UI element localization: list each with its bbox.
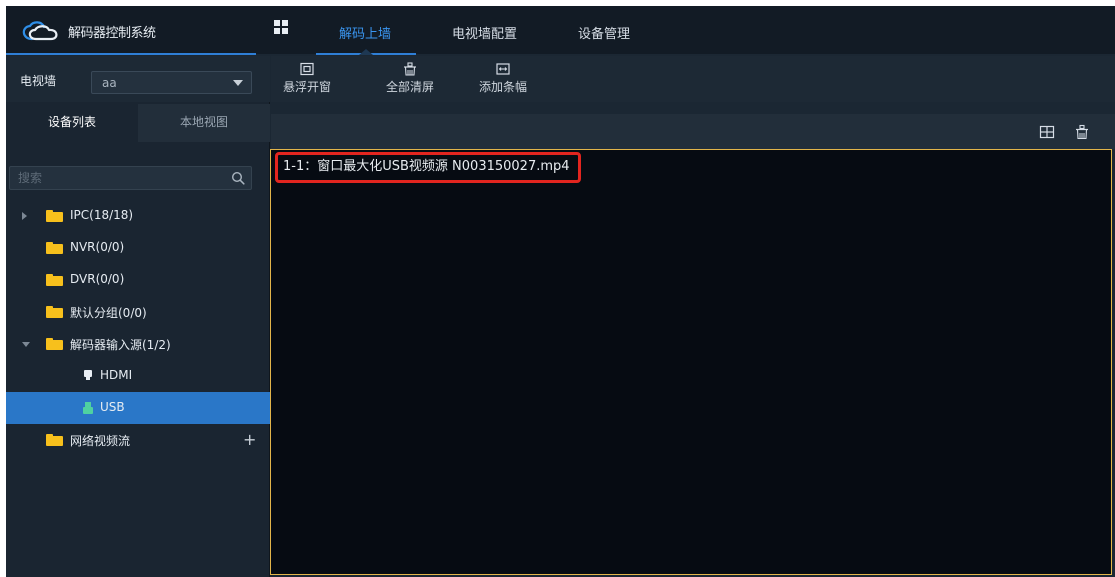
tree-item-label: 默认分组(0/0) [70,306,147,320]
usb-icon [83,402,93,414]
folder-icon [46,242,63,254]
app-title: 解码器控制系统 [68,26,156,41]
float-window-button[interactable]: 悬浮开窗 [283,62,331,95]
tree-item-nvr[interactable]: NVR(0/0) [6,232,270,264]
tree-item-label: USB [100,400,125,414]
clear-all-button[interactable]: 全部清屏 [386,62,434,95]
folder-icon [46,434,63,446]
folder-icon [46,210,63,222]
nav-tab-device-management[interactable]: 设备管理 [578,23,630,42]
chevron-down-icon [233,80,243,86]
tree-item-label: HDMI [100,368,133,382]
add-banner-button[interactable]: 添加条幅 [479,62,527,95]
search-box [9,166,252,190]
tree-item-network-stream[interactable]: 网络视频流 + [6,424,270,456]
tree-item-usb[interactable]: USB [6,392,270,424]
tv-wall-label: 电视墙 [20,74,57,88]
expand-arrow-icon[interactable] [22,212,27,220]
tv-wall-dropdown-value: aa [102,76,117,90]
window-title-highlighted: 1-1：窗口最大化USB视频源 N003150027.mp4 [275,152,581,183]
split-layout-icon[interactable] [1039,124,1055,140]
left-panel: 电视墙 aa 设备列表 本地视图 IPC(18/18) [6,56,270,577]
tv-wall-selector-row: 电视墙 aa [6,56,270,102]
app-grid-icon[interactable] [274,20,288,34]
tree-item-label: DVR(0/0) [70,272,125,286]
tree-item-label: IPC(18/18) [70,208,134,222]
tree-item-label: NVR(0/0) [70,240,125,254]
app-window: 解码器控制系统 解码上墙 电视墙配置 设备管理 电视墙 aa 设备列表 本地视图 [6,6,1115,577]
tree-item-label: 解码器输入源(1/2) [70,338,171,352]
add-banner-icon [496,63,510,75]
tree-item-label: 网络视频流 [70,434,131,448]
active-tab-caret [359,49,373,55]
folder-icon [46,338,63,350]
left-tabs: 设备列表 本地视图 [6,104,270,142]
collapse-arrow-icon[interactable] [22,342,30,347]
add-banner-label: 添加条幅 [479,80,528,94]
top-bar: 解码器控制系统 解码上墙 电视墙配置 设备管理 [6,6,1115,55]
cloud-logo-icon [22,21,58,41]
toolbar: 悬浮开窗 全部清屏 添加条幅 [271,56,1115,102]
search-input[interactable] [18,169,218,187]
float-window-icon [300,62,314,76]
tree-item-decoder-input-source[interactable]: 解码器输入源(1/2) [6,328,270,360]
tree-item-dvr[interactable]: DVR(0/0) [6,264,270,296]
float-window-label: 悬浮开窗 [283,80,332,94]
clear-screen-icon [404,62,416,76]
folder-icon [46,274,63,286]
title-underline [6,53,256,55]
tree-item-ipc[interactable]: IPC(18/18) [6,200,270,232]
add-icon[interactable]: + [243,430,256,449]
tab-local-view[interactable]: 本地视图 [138,104,270,142]
nav-tab-decode-wall[interactable]: 解码上墙 [339,23,391,42]
tree-item-default-group[interactable]: 默认分组(0/0) [6,296,270,328]
screen-header-bar [271,114,1115,149]
tab-device-list[interactable]: 设备列表 [6,104,138,142]
hdmi-icon [84,370,92,380]
search-icon[interactable] [231,171,245,185]
video-wall-screen[interactable]: 1-1：窗口最大化USB视频源 N003150027.mp4 [270,149,1112,575]
tv-wall-dropdown[interactable]: aa [91,71,252,94]
clear-screen-icon[interactable] [1074,124,1090,140]
nav-tab-tv-wall-config[interactable]: 电视墙配置 [452,23,517,42]
folder-icon [46,306,63,318]
clear-all-label: 全部清屏 [386,80,435,94]
tree-item-hdmi[interactable]: HDMI [6,360,270,392]
